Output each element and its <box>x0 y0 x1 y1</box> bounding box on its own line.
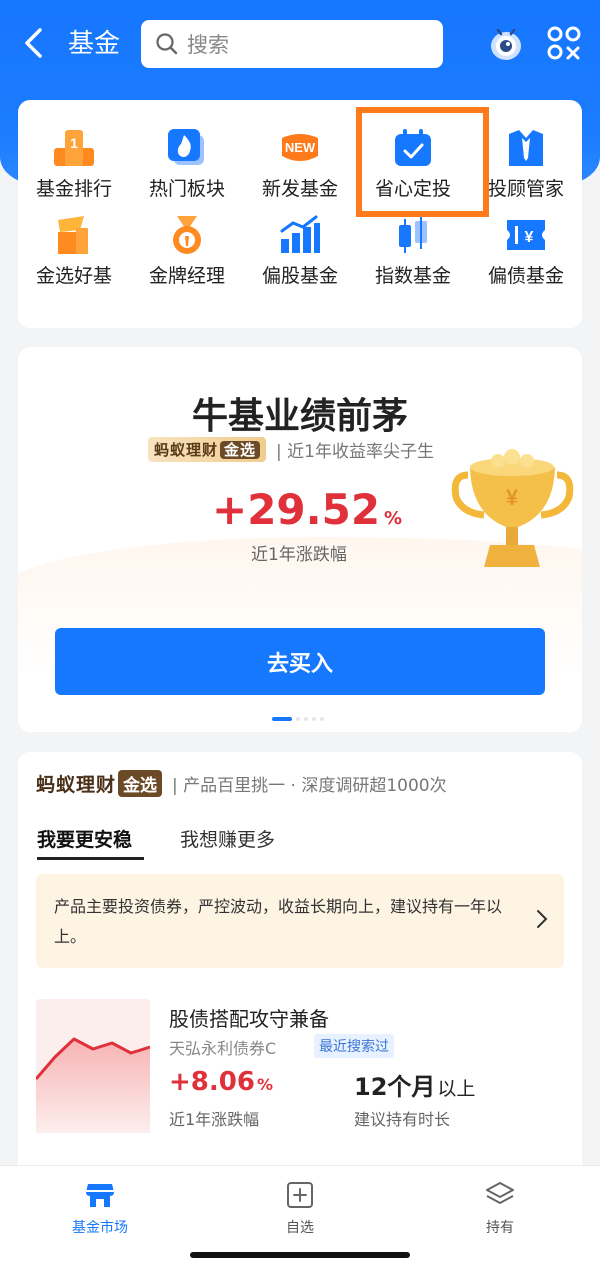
brand-badge: 金选 <box>118 770 163 797</box>
tab-active-indicator <box>37 857 144 860</box>
hold-period-unit: 以上 <box>437 1078 476 1100</box>
bar-chart-up-icon <box>278 213 322 257</box>
suit-icon <box>504 126 548 170</box>
entry-new-fund[interactable]: NEW 新发基金 <box>244 126 356 201</box>
promo-return-caption: 近1年涨跌幅 <box>251 545 347 565</box>
tab-label: 持有 <box>486 1220 514 1236</box>
brand-badge: 金选 <box>220 441 261 459</box>
svg-text:¥: ¥ <box>525 229 534 246</box>
brand-logo: 蚂蚁理财 金选 <box>148 437 267 462</box>
page-title: 基金 <box>68 29 121 59</box>
trophy-icon: ¥ <box>450 447 575 572</box>
entry-label: 投顾管家 <box>487 178 564 200</box>
scan-icon <box>547 26 581 60</box>
entry-label: 新发基金 <box>261 178 338 200</box>
fund-return-unit: % <box>256 1075 273 1094</box>
promo-title: 牛基业绩前茅 <box>191 396 408 437</box>
entry-gold-pick[interactable]: 金选好基 <box>18 213 130 288</box>
entry-bond-fund[interactable]: ¥ 偏债基金 <box>470 213 582 288</box>
entry-hot-sector[interactable]: 热门板块 <box>131 126 243 201</box>
fund-return-value: +8.06 <box>169 1067 255 1097</box>
tab-fund-market[interactable]: 基金市场 <box>40 1180 160 1237</box>
tab-earn-more[interactable]: 我想赚更多 <box>180 825 275 852</box>
fund-item[interactable]: 股债搭配攻守兼备 天弘永利债券C 最近搜索过 +8.06% 近1年涨跌幅 12个… <box>34 999 566 1133</box>
search-icon <box>156 33 178 55</box>
page-dot <box>320 717 324 721</box>
watchlist-icon <box>287 1182 313 1208</box>
assistant-button[interactable] <box>486 24 526 64</box>
buy-button[interactable]: 去买入 <box>55 628 545 695</box>
new-badge-text: NEW <box>285 140 316 155</box>
brand-name: 蚂蚁理财 <box>154 441 219 459</box>
highlight-frame <box>356 107 489 217</box>
entry-label: 指数基金 <box>374 265 451 287</box>
entry-label: 金牌经理 <box>148 265 225 287</box>
hold-period: 12个月 以上 <box>354 1067 475 1102</box>
entry-label: 热门板块 <box>148 178 225 200</box>
new-fund-icon: NEW <box>278 126 322 170</box>
gold-pick-icon <box>52 213 96 257</box>
medal-icon <box>165 213 209 257</box>
page-dot-active <box>272 717 292 721</box>
page-dot <box>296 717 300 721</box>
fund-name: 天弘永利债券C <box>169 1039 277 1058</box>
entry-fund-ranking[interactable]: 1 基金排行 <box>18 126 130 201</box>
fund-return-caption: 近1年涨跌幅 <box>169 1110 260 1129</box>
page-dot <box>312 717 316 721</box>
chevron-right-icon <box>537 910 548 928</box>
entry-gold-manager[interactable]: 金牌经理 <box>131 213 243 288</box>
fund-sparkline <box>34 999 151 1133</box>
entry-label: 基金排行 <box>35 178 112 200</box>
tab-label: 基金市场 <box>72 1220 128 1236</box>
home-indicator <box>190 1252 410 1258</box>
market-icon <box>86 1184 114 1207</box>
entry-grid: 1 基金排行 热门板块 NEW 新发基金 省心定投 投顾管家 金选好基 金牌经理… <box>18 100 582 408</box>
search-input[interactable]: 搜索 <box>141 20 443 68</box>
ticket-yen-icon: ¥ <box>504 213 548 257</box>
back-button[interactable] <box>18 26 48 60</box>
tab-stable[interactable]: 我要更安稳 <box>37 825 132 852</box>
hold-period-value: 12个月 <box>354 1073 436 1101</box>
notice-banner[interactable]: 产品主要投资债券，严控波动，收益长期向上，建议持有一年以上。 <box>36 874 564 968</box>
list-subtitle: | 产品百里挑一 · 深度调研超1000次 <box>172 776 447 796</box>
fund-title: 股债搭配攻守兼备 <box>169 1007 329 1031</box>
ranking-icon: 1 <box>52 126 96 170</box>
trophy-yen: ¥ <box>506 485 519 510</box>
search-placeholder: 搜索 <box>187 33 229 57</box>
fund-return: +8.06% <box>169 1067 273 1097</box>
robot-icon <box>491 28 521 60</box>
tab-holdings[interactable]: 持有 <box>440 1180 560 1237</box>
svg-text:1: 1 <box>70 135 78 151</box>
candlestick-icon <box>391 213 435 257</box>
entry-label: 偏债基金 <box>487 265 564 287</box>
entry-label: 偏股基金 <box>261 265 338 287</box>
list-brand-row: 蚂蚁理财 金选 | 产品百里挑一 · 深度调研超1000次 <box>36 770 447 797</box>
promo-brand-row: 蚂蚁理财 金选 | 近1年收益率尖子生 <box>148 437 434 462</box>
bottom-tab-bar: 基金市场 自选 持有 <box>0 1165 600 1266</box>
promo-banner[interactable]: 牛基业绩前茅 蚂蚁理财 金选 | 近1年收益率尖子生 +29.52% 近1年涨跌幅… <box>18 347 582 732</box>
page-dot <box>304 717 308 721</box>
promo-return-value: +29.52 <box>212 485 381 534</box>
entry-label: 金选好基 <box>35 265 112 287</box>
promo-return: +29.52% <box>212 485 402 534</box>
promo-return-unit: % <box>384 508 403 529</box>
promo-subtitle: | 近1年收益率尖子生 <box>276 442 434 462</box>
chevron-left-icon <box>25 28 42 58</box>
tab-label: 自选 <box>286 1220 314 1236</box>
selected-fund-card: 蚂蚁理财 金选 | 产品百里挑一 · 深度调研超1000次 我要更安稳 我想赚更… <box>18 752 582 1182</box>
header: 基金 搜索 <box>0 0 600 90</box>
entry-index-fund[interactable]: 指数基金 <box>357 213 469 288</box>
entry-stock-fund[interactable]: 偏股基金 <box>244 213 356 288</box>
promo-page-indicator <box>272 717 332 722</box>
scan-button[interactable] <box>546 24 582 62</box>
recent-search-badge: 最近搜索过 <box>314 1034 394 1058</box>
notice-text: 产品主要投资债券，严控波动，收益长期向上，建议持有一年以上。 <box>54 897 503 946</box>
hot-sector-icon <box>165 126 209 170</box>
hold-period-caption: 建议持有时长 <box>354 1110 451 1129</box>
brand-name: 蚂蚁理财 <box>36 774 117 796</box>
tab-watchlist[interactable]: 自选 <box>240 1180 360 1237</box>
layers-icon <box>486 1182 514 1204</box>
